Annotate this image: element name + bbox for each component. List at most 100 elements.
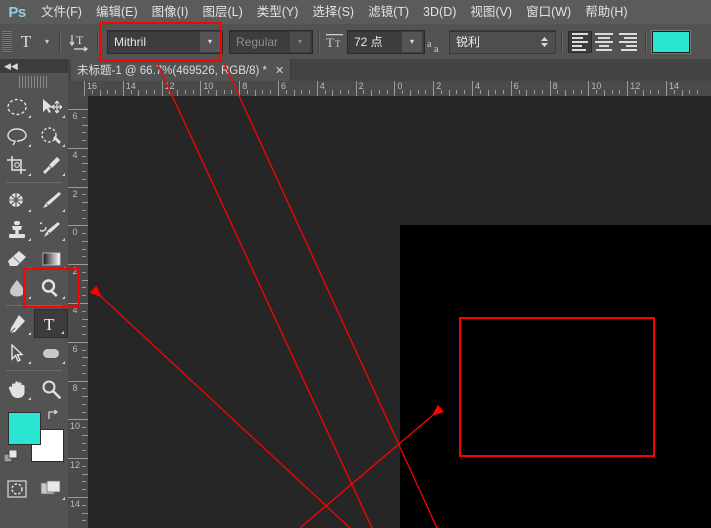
canvas-area[interactable]: 469526 (88, 96, 711, 528)
clone-stamp-tool[interactable] (0, 215, 34, 244)
ruler-tick-major (68, 497, 88, 498)
swap-colors-icon[interactable] (47, 409, 60, 425)
ruler-tick-minor (634, 90, 636, 94)
anti-alias-value: 锐利 (456, 34, 481, 49)
font-size-chevron-down-icon[interactable]: ▾ (401, 30, 423, 53)
flyout-triangle-icon (28, 397, 31, 400)
ruler-label: 10 (70, 421, 81, 432)
ruler-tick-major (200, 81, 202, 96)
flyout-triangle-icon (28, 144, 31, 147)
menu-help[interactable]: 帮助(H) (578, 0, 634, 24)
ruler-label: 8 (72, 382, 78, 393)
menu-type[interactable]: 类型(Y) (250, 0, 306, 24)
font-size-select[interactable]: 72 点 ▾ (347, 29, 425, 54)
ruler-tick-minor (153, 90, 155, 94)
ruler-tick-minor (301, 90, 303, 94)
close-icon[interactable]: ✕ (275, 64, 284, 77)
ruler-tick-minor (82, 256, 86, 258)
crop-tool[interactable] (0, 150, 34, 179)
type-tool-preset-icon[interactable]: T (12, 29, 40, 55)
anti-alias-stepper-icon[interactable] (536, 32, 552, 52)
ruler-tick-minor (82, 450, 86, 452)
pen-tool[interactable] (0, 309, 34, 338)
ruler-tick-minor (619, 90, 621, 94)
rounded-rectangle-tool[interactable] (34, 338, 68, 367)
menu-3d[interactable]: 3D(D) (416, 0, 463, 24)
brush-tool[interactable] (34, 186, 68, 215)
document-tab[interactable]: 未标题-1 @ 66.7%(469526, RGB/8) * ✕ (71, 59, 292, 81)
screen-mode-button[interactable] (34, 475, 68, 503)
menu-bar: Ps 文件(F) 编辑(E) 图像(I) 图层(L) 类型(Y) 选择(S) 滤… (0, 0, 711, 24)
ruler-tick-minor (309, 90, 311, 94)
default-colors-icon[interactable] (3, 449, 18, 467)
ruler-tick-major (549, 81, 551, 96)
foreground-color-swatch[interactable] (8, 412, 41, 445)
ruler-tick-minor (417, 90, 419, 94)
menu-layer[interactable]: 图层(L) (195, 0, 249, 24)
svg-text:T: T (44, 315, 55, 334)
document-tab-title: 未标题-1 @ 66.7%(469526, RGB/8) * (77, 65, 268, 77)
align-left-button[interactable] (568, 30, 592, 53)
quick-mask-button[interactable] (0, 475, 34, 503)
flyout-triangle-icon (62, 497, 65, 500)
ruler-tick-minor (82, 271, 86, 273)
vertical-ruler[interactable]: 6 4 2 0 2 4 6 8 10 12 14 (68, 96, 89, 528)
move-tool[interactable] (34, 92, 68, 121)
ruler-tick-minor (285, 90, 287, 94)
ruler-tick-minor (146, 90, 148, 94)
tool-preset-chevron-down-icon[interactable]: ▾ (40, 29, 54, 55)
menu-view[interactable]: 视图(V) (463, 0, 519, 24)
ruler-tick-minor (246, 90, 248, 94)
ruler-tick-major (68, 458, 88, 460)
zoom-tool[interactable] (34, 374, 68, 403)
collapse-tools-button[interactable]: ◀◀ (0, 59, 68, 73)
horizontal-ruler[interactable]: 16 14 12 10 8 6 4 2 0 2 4 6 8 10 12 14 (68, 81, 711, 97)
menu-image[interactable]: 图像(I) (145, 0, 196, 24)
history-brush-tool[interactable] (34, 215, 68, 244)
ruler-tick-major (68, 109, 88, 110)
anti-alias-select[interactable]: 锐利 (449, 29, 556, 54)
ruler-tick-major (68, 380, 88, 382)
mode-buttons (0, 475, 68, 503)
lasso-tool[interactable] (0, 121, 34, 150)
font-style-select[interactable]: Regular ▾ (229, 29, 313, 54)
horizontal-type-tool[interactable]: T (34, 309, 68, 338)
text-color-swatch[interactable] (652, 30, 690, 53)
toggle-text-orientation-button[interactable]: T (66, 29, 92, 55)
eyedropper-tool[interactable] (34, 150, 68, 179)
menu-edit[interactable]: 编辑(E) (89, 0, 145, 24)
ruler-tick-minor (169, 90, 171, 94)
ruler-tick-minor (378, 90, 380, 94)
ruler-tick-major (588, 81, 590, 96)
menu-select[interactable]: 选择(S) (305, 0, 361, 24)
spot-healing-brush-tool[interactable] (0, 186, 34, 215)
ruler-tick-major (666, 81, 667, 96)
ruler-tick-minor (184, 90, 186, 94)
ruler-tick-minor (82, 403, 86, 405)
menu-window[interactable]: 窗口(W) (519, 0, 578, 24)
ruler-tick-major (433, 81, 435, 96)
options-bar-grip[interactable] (2, 30, 12, 53)
color-swatches (0, 407, 68, 469)
quick-selection-tool[interactable] (34, 121, 68, 150)
font-style-value: Regular (236, 34, 279, 49)
path-selection-tool[interactable] (0, 338, 34, 367)
tools-divider (6, 182, 62, 183)
hand-tool[interactable] (0, 374, 34, 403)
divider (561, 30, 563, 53)
text-bounding-highlight (459, 317, 655, 457)
menu-file[interactable]: 文件(F) (34, 0, 89, 24)
elliptical-marquee-tool[interactable] (0, 92, 34, 121)
ruler-tick-major (122, 81, 124, 96)
menu-filter[interactable]: 滤镜(T) (361, 0, 416, 24)
ruler-tick-major (161, 81, 163, 96)
align-center-button[interactable] (592, 31, 616, 53)
tools-divider (6, 370, 62, 371)
ruler-tick-major (68, 225, 88, 227)
ruler-tick-minor (82, 132, 86, 134)
tools-panel-grip[interactable] (19, 76, 49, 88)
align-right-button[interactable] (616, 31, 640, 53)
font-style-chevron-down-icon[interactable]: ▾ (289, 30, 311, 53)
ruler-tick-minor (82, 365, 86, 367)
ruler-tick-minor (82, 178, 86, 180)
